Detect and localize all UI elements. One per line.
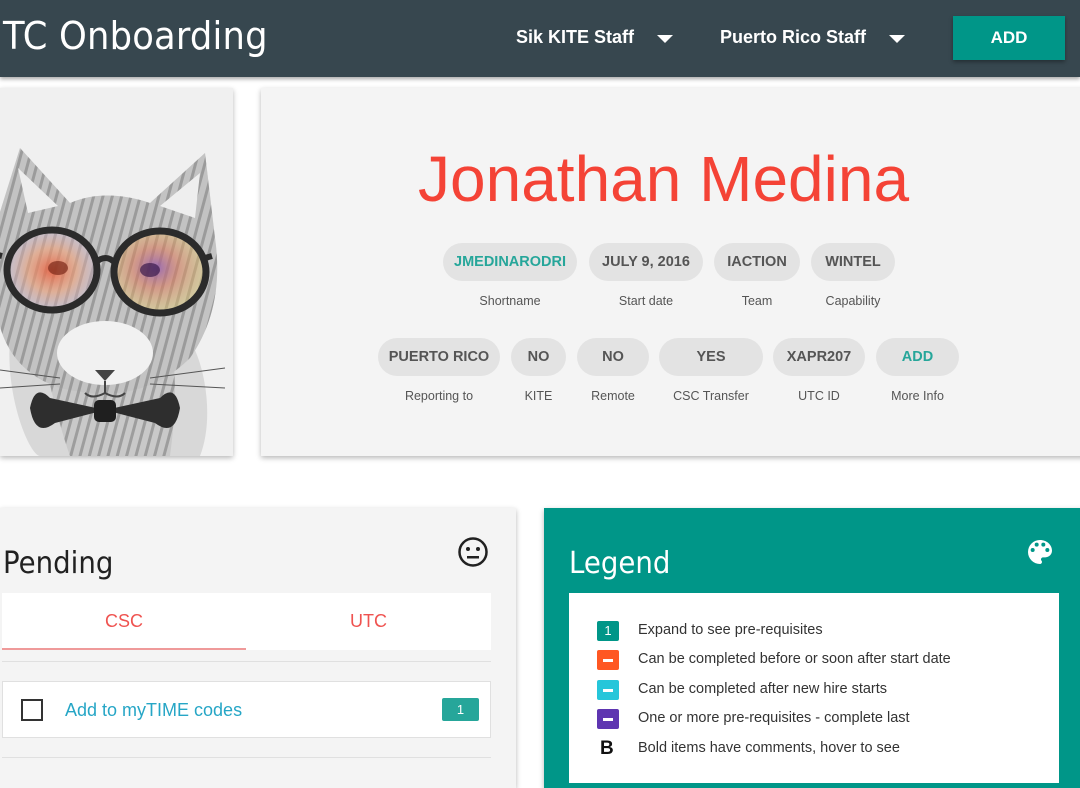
remote-label: Remote	[591, 389, 635, 403]
kite-staff-dropdown-label: Sik KITE Staff	[516, 27, 635, 47]
utc-id-label: UTC ID	[798, 389, 840, 403]
csc-transfer-chip[interactable]: YES	[659, 338, 763, 376]
divider	[2, 661, 491, 662]
capability-label: Capability	[825, 294, 881, 308]
active-tab-indicator	[2, 648, 246, 650]
legend-item-text: Can be completed after new hire starts	[638, 681, 888, 697]
kite-chip[interactable]: NO	[511, 338, 566, 376]
task-label[interactable]: Add to myTIME codes	[65, 700, 242, 721]
app-header: TC Onboarding Sik KITE Staff Puerto Rico…	[0, 0, 1080, 77]
team-chip[interactable]: IACTION	[714, 243, 800, 281]
reporting-to-chip[interactable]: PUERTO RICO	[378, 338, 500, 376]
tab-csc[interactable]: CSC	[2, 593, 246, 650]
orange-dash-marker	[597, 650, 619, 670]
cyan-dash-marker	[597, 680, 619, 700]
chevron-down-icon	[889, 35, 905, 43]
task-prereq-badge[interactable]: 1	[442, 698, 479, 721]
location-staff-dropdown[interactable]: Puerto Rico Staff	[720, 26, 910, 52]
palette-icon[interactable]	[1024, 536, 1056, 568]
purple-dash-marker	[597, 709, 619, 729]
capability-chip[interactable]: WINTEL	[811, 243, 895, 281]
add-button[interactable]: ADD	[953, 16, 1065, 60]
legend-item-text: One or more pre-requisites - complete la…	[638, 710, 910, 726]
app-title: TC Onboarding	[3, 14, 268, 58]
utc-id-chip[interactable]: XAPR207	[773, 338, 865, 376]
divider	[2, 757, 491, 758]
expand-badge-marker: 1	[597, 621, 619, 641]
pending-title: Pending	[3, 546, 114, 581]
start-date-label: Start date	[618, 294, 674, 308]
tab-utc[interactable]: UTC	[246, 593, 491, 650]
more-info-add-chip[interactable]: ADD	[876, 338, 959, 376]
location-staff-dropdown-label: Puerto Rico Staff	[720, 27, 867, 47]
csc-transfer-label: CSC Transfer	[673, 389, 749, 403]
more-info-label: More Info	[891, 389, 944, 403]
shortname-label: Shortname	[479, 294, 541, 308]
profile-photo	[0, 88, 233, 456]
legend-title: Legend	[569, 546, 671, 581]
team-label: Team	[741, 294, 773, 308]
kite-staff-dropdown[interactable]: Sik KITE Staff	[516, 26, 676, 52]
remote-chip[interactable]: NO	[577, 338, 649, 376]
person-name: Jonathan Medina	[418, 143, 910, 215]
legend-item-text: Expand to see pre-requisites	[638, 622, 823, 638]
chevron-down-icon	[657, 35, 673, 43]
reporting-to-label: Reporting to	[404, 389, 474, 403]
neutral-face-icon	[458, 537, 488, 567]
legend-item-text: Bold items have comments, hover to see	[638, 740, 900, 756]
legend-item-text: Can be completed before or soon after st…	[638, 651, 951, 667]
pending-tabs: CSC UTC	[2, 593, 491, 650]
shortname-chip[interactable]: JMEDINARODRI	[443, 243, 577, 281]
start-date-chip[interactable]: JULY 9, 2016	[589, 243, 703, 281]
task-checkbox[interactable]	[21, 699, 43, 721]
bold-marker: B	[600, 738, 614, 759]
cat-with-glasses-image	[0, 88, 233, 456]
kite-label: KITE	[524, 389, 553, 403]
